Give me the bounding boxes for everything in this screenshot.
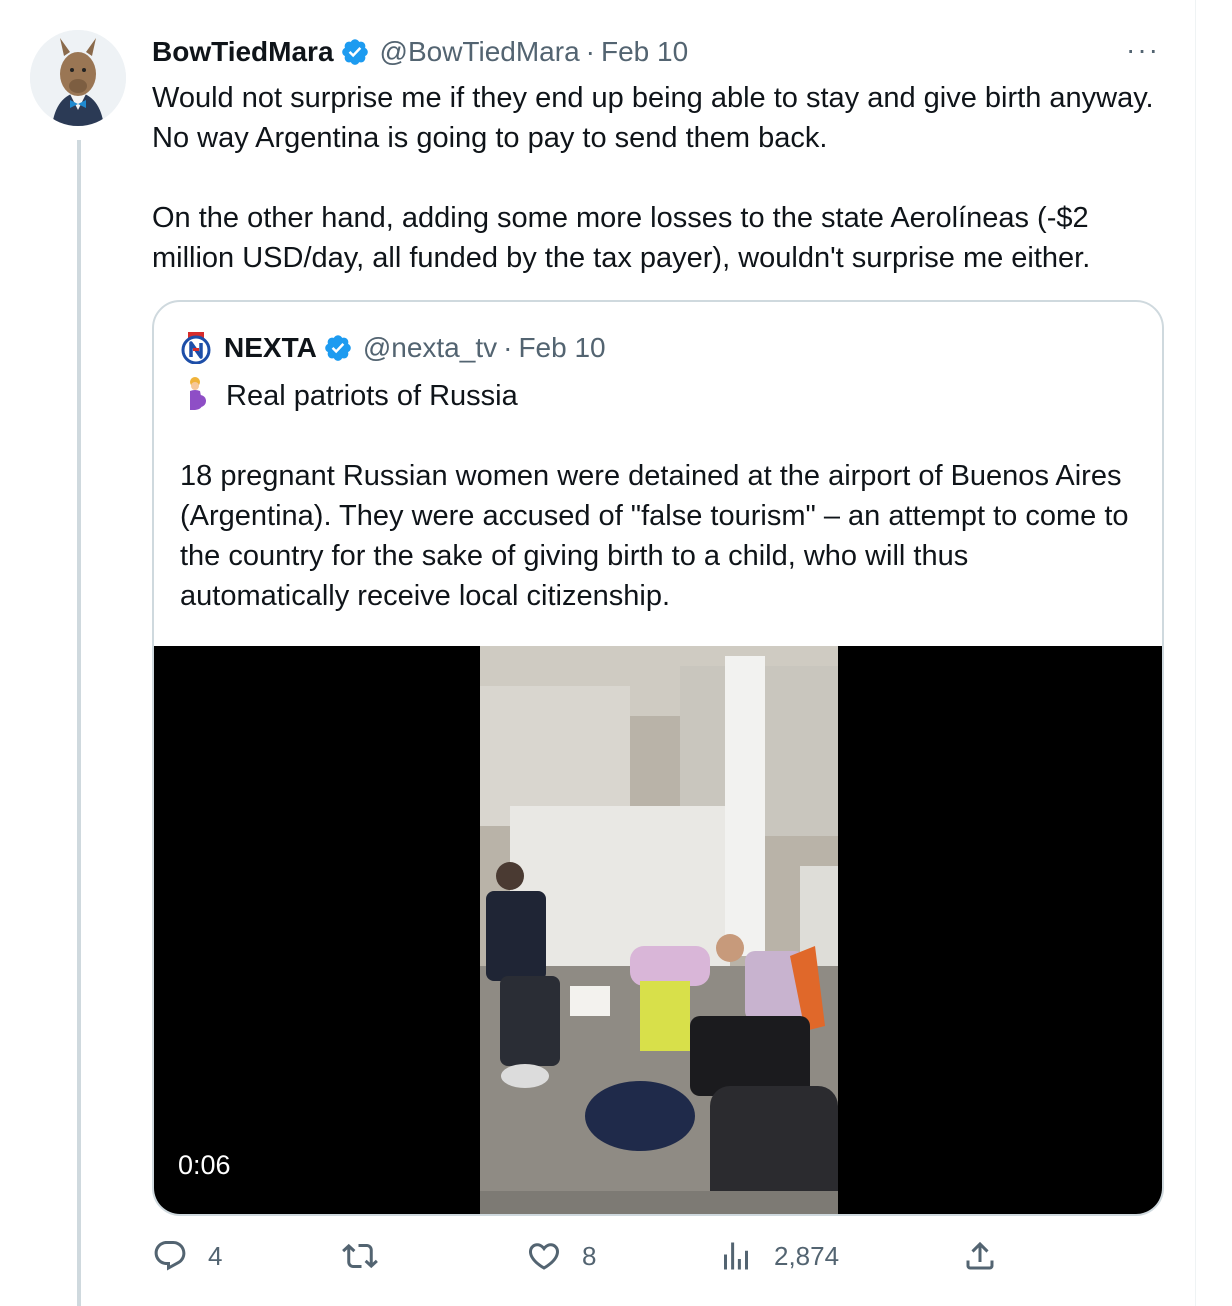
quoted-paragraph: 18 pregnant Russian women were detained …: [180, 460, 1129, 612]
quoted-line-1: Real patriots of Russia: [180, 376, 1140, 416]
separator-dot: ·: [585, 36, 595, 67]
verified-badge-icon[interactable]: [323, 333, 353, 363]
like-count: 8: [582, 1240, 597, 1271]
capybara-avatar-icon: [30, 30, 126, 126]
verified-badge-icon[interactable]: [340, 37, 370, 67]
views-count: 2,874: [774, 1240, 840, 1271]
tweet-paragraph-1: Would not surprise me if they end up bei…: [152, 82, 1154, 154]
quoted-author-handle[interactable]: @nexta_tv: [363, 328, 497, 368]
retweet-icon: [342, 1243, 378, 1269]
timeline-border: [1195, 0, 1196, 1306]
avatar[interactable]: [30, 30, 126, 126]
reply-button[interactable]: 4: [152, 1238, 222, 1274]
author-handle[interactable]: @BowTiedMara: [380, 32, 580, 72]
separator-dot: ·: [503, 332, 513, 363]
share-button[interactable]: [962, 1238, 1018, 1274]
pregnant-woman-emoji-icon: [190, 377, 206, 410]
views-button[interactable]: 2,874: [718, 1238, 839, 1274]
quoted-headline: Real patriots of Russia: [226, 380, 518, 412]
reply-count: 4: [208, 1240, 223, 1271]
author-name[interactable]: BowTiedMara: [152, 32, 334, 72]
video-player[interactable]: 0:06: [154, 646, 1162, 1214]
tweet-header: BowTiedMara @BowTiedMara · Feb 10: [152, 32, 688, 72]
quoted-tweet[interactable]: NEXTA @nexta_tv · Feb 10 Real patriots o…: [152, 300, 1164, 1216]
video-frame: [480, 646, 838, 1214]
share-icon: [966, 1241, 994, 1270]
tweet-date[interactable]: Feb 10: [601, 32, 688, 72]
quoted-author-name[interactable]: NEXTA: [224, 328, 317, 368]
like-button[interactable]: 8: [526, 1238, 596, 1274]
thread-line: [77, 140, 81, 1306]
video-timestamp: 0:06: [178, 1150, 231, 1180]
quoted-header: NEXTA @nexta_tv · Feb 10: [180, 328, 606, 368]
nexta-logo-icon: [181, 332, 211, 364]
quoted-text: Real patriots of Russia 18 pregnant Russ…: [180, 376, 1140, 616]
retweet-button[interactable]: [342, 1238, 398, 1274]
tweet-text: Would not surprise me if they end up bei…: [152, 78, 1172, 278]
reply-icon: [154, 1241, 186, 1271]
airport-scene-image: [480, 646, 838, 1214]
more-options-icon[interactable]: ···: [1126, 36, 1160, 64]
action-bar: 4 8 2,874: [152, 1238, 1032, 1288]
heart-icon: [528, 1243, 560, 1270]
views-chart-icon: [724, 1242, 748, 1270]
quoted-date[interactable]: Feb 10: [518, 328, 605, 368]
tweet-paragraph-2: On the other hand, adding some more loss…: [152, 202, 1091, 274]
